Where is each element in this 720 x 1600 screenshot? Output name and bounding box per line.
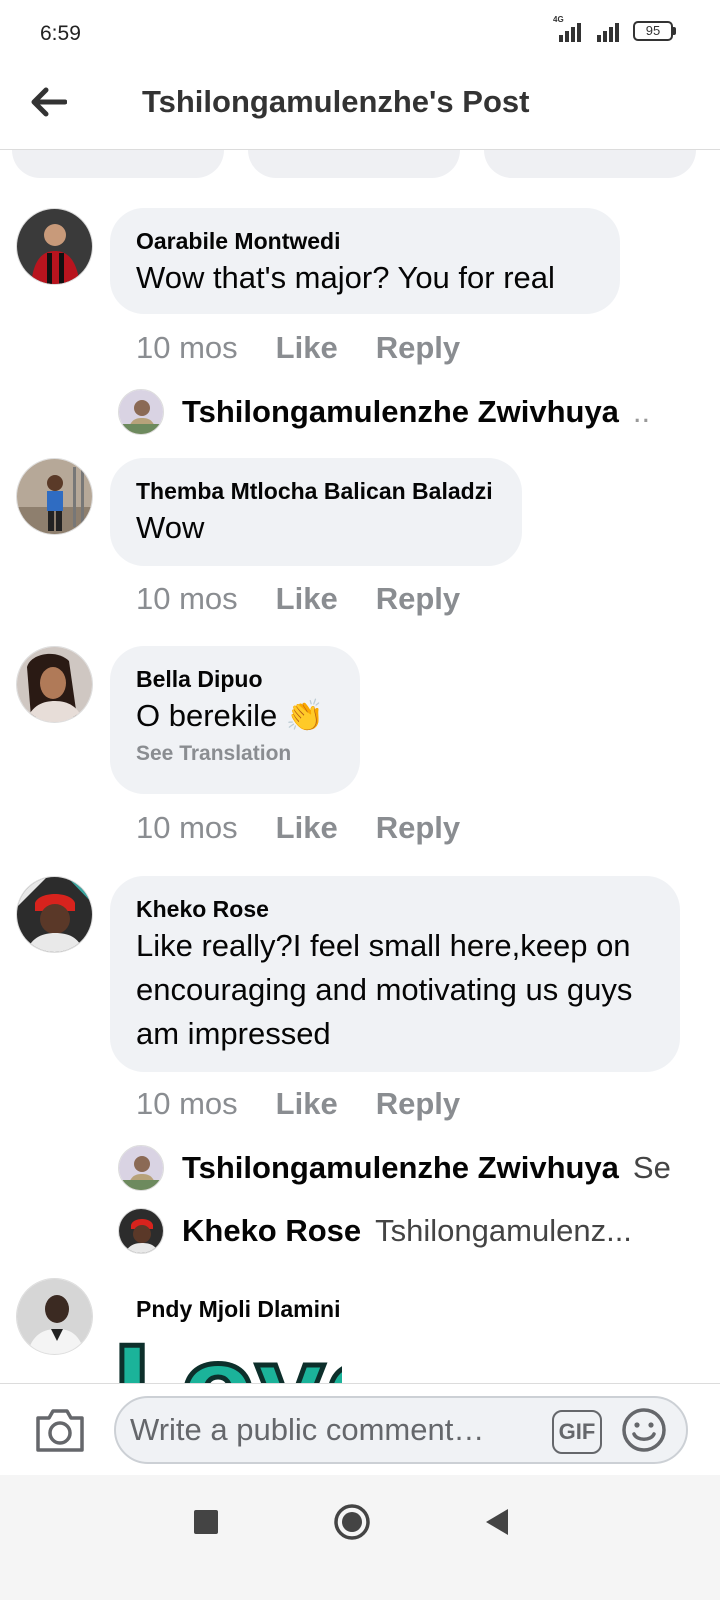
avatar[interactable] [16,208,93,285]
camera-icon [36,1409,84,1452]
comment-feed: Oarabile Montwedi Wow that's major? You … [0,150,720,1383]
sticker-text: Love [112,1334,342,1383]
reaction-bar: 6K 109 11 [0,150,720,180]
comment-meta: 10 mos Like Reply [136,330,460,366]
system-back-button[interactable] [484,1507,510,1537]
comment-meta: 10 mos Like Reply [136,1086,460,1122]
like-button[interactable]: 6K [12,150,224,178]
comment-time[interactable]: 10 mos [136,330,238,366]
clapping-hands-icon: 👏 [285,698,325,733]
reply-text: Tshilongamulenz... [375,1213,632,1248]
page-title: Tshilongamulenzhe's Post [142,84,530,119]
reply-text: .. [632,394,651,429]
comment-text: O berekile 👏 [136,698,325,733]
reply-link[interactable]: Reply [376,810,460,846]
reply-link[interactable]: Reply [376,1086,460,1122]
comment-time[interactable]: 10 mos [136,1086,238,1122]
comment-text: Like really?I feel small here,keep on en… [136,928,633,1051]
comment-box: GIF [114,1396,688,1464]
reply-text: Se [632,1150,671,1185]
avatar[interactable] [16,1278,93,1355]
app-bar: Tshilongamulenzhe's Post [0,68,720,150]
battery-icon: 95 [633,21,676,41]
comment-bubble[interactable]: Oarabile Montwedi Wow that's major? You … [110,208,620,314]
comment-author[interactable]: Bella Dipuo [136,664,334,694]
home-circle-icon [334,1504,370,1540]
reply-avatar [118,389,164,435]
reply-preview[interactable]: Tshilongamulenzhe Zwivhuya .. [118,388,678,436]
love-sticker[interactable]: Love [112,1334,342,1383]
status-bar: 6:59 4G 95 [0,0,720,68]
comment-bubble[interactable]: Bella Dipuo O berekile 👏 See Translation [110,646,360,794]
comment-time[interactable]: 10 mos [136,810,238,846]
comment-button[interactable]: 109 [248,150,460,178]
comment-meta: 10 mos Like Reply [136,810,460,846]
comment-text: Wow that's major? You for real [136,260,555,295]
reply-avatar [118,1208,164,1254]
home-button[interactable] [333,1503,371,1541]
reply-avatar [118,1145,164,1191]
reply-author: Kheko Rose [182,1213,362,1248]
recents-button[interactable] [194,1510,218,1534]
status-time: 6:59 [40,22,81,45]
system-nav-bar [0,1475,720,1600]
see-translation-link[interactable]: See Translation [136,742,334,766]
avatar[interactable] [16,646,93,723]
comment-bubble[interactable]: Kheko Rose Like really?I feel small here… [110,876,680,1072]
back-button[interactable] [26,80,70,124]
comment-author[interactable]: Themba Mtlocha Balican Baladzi [136,476,496,506]
status-icons: 4G 95 [553,16,676,42]
gif-button[interactable]: GIF [552,1410,602,1454]
comment-author[interactable]: Oarabile Montwedi [136,226,594,256]
reply-author: Tshilongamulenzhe Zwivhuya [182,1150,619,1185]
arrow-left-icon [31,87,67,117]
avatar[interactable] [16,458,93,535]
comment-input[interactable] [130,1412,550,1448]
comment-bubble[interactable]: Themba Mtlocha Balican Baladzi Wow [110,458,522,566]
like-link[interactable]: Like [276,1086,338,1122]
camera-button[interactable] [34,1406,86,1454]
reply-link[interactable]: Reply [376,581,460,617]
like-link[interactable]: Like [276,330,338,366]
like-link[interactable]: Like [276,810,338,846]
comment-meta: 10 mos Like Reply [136,581,460,617]
triangle-back-icon [486,1509,508,1535]
emoji-button[interactable] [620,1406,668,1454]
comment-author[interactable]: Pndy Mjoli Dlamini [136,1294,340,1324]
comment-composer: GIF [0,1383,720,1475]
smiley-icon [622,1408,666,1452]
comment-time[interactable]: 10 mos [136,581,238,617]
signal-icon-2 [593,20,623,42]
avatar[interactable] [16,876,93,953]
reply-preview[interactable]: Kheko Rose Tshilongamulenz... [118,1207,678,1255]
signal-icon: 4G [553,16,583,42]
comment-author[interactable]: Kheko Rose [136,894,654,924]
reply-link[interactable]: Reply [376,330,460,366]
like-link[interactable]: Like [276,581,338,617]
comment-text: Wow [136,510,205,545]
reply-author: Tshilongamulenzhe Zwivhuya [182,394,619,429]
reply-preview[interactable]: Tshilongamulenzhe Zwivhuya Se [118,1144,678,1192]
share-button[interactable]: 11 [484,150,696,178]
